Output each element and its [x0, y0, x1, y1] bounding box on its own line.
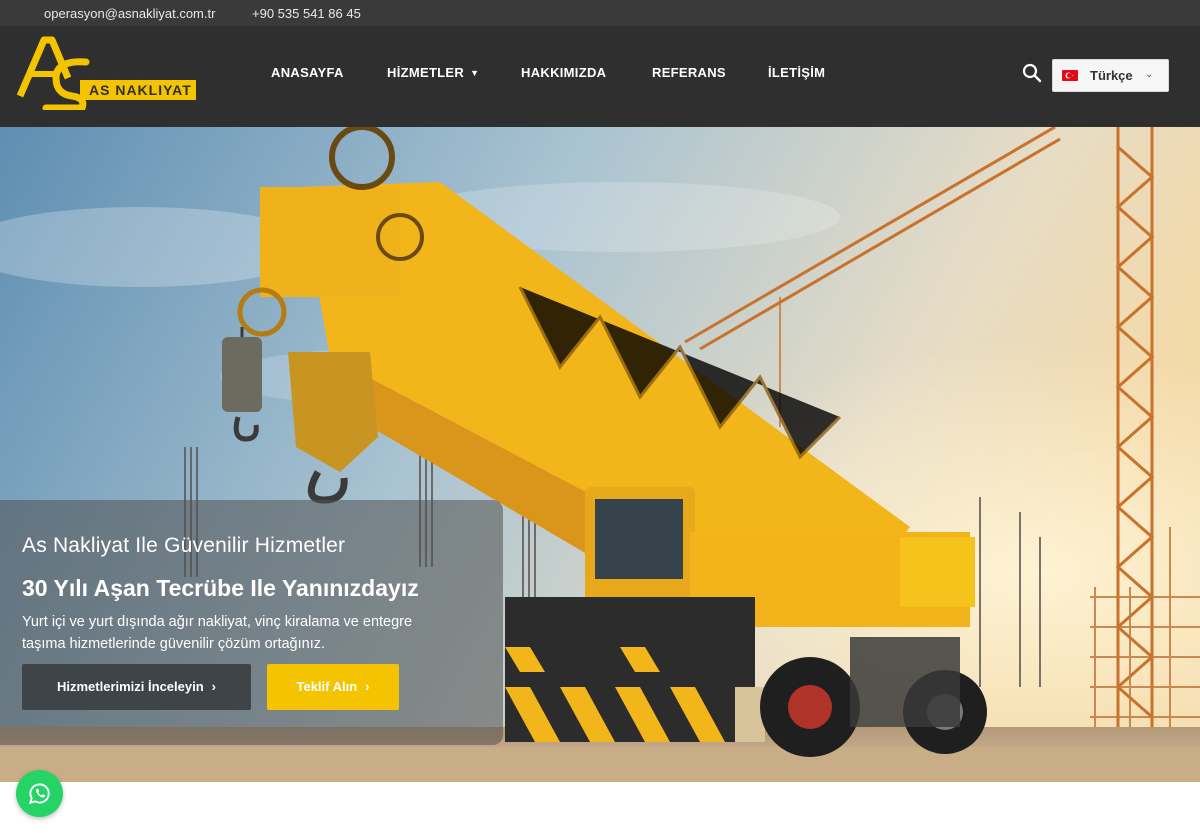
top-info-bar: operasyon@asnakliyat.com.tr +90 535 541 …: [0, 0, 1200, 26]
whatsapp-icon: [29, 783, 50, 804]
search-icon[interactable]: [1021, 62, 1043, 84]
button-label: Hizmetlerimizi İnceleyin: [56, 679, 204, 694]
hero-headline: 30 Yılı Aşan Tecrübe Ile Yanınızdayız: [22, 575, 419, 601]
hero-description: Yurt içi ve yurt dışında ağır nakliyat, …: [22, 614, 413, 652]
nav-item-hakkimizda[interactable]: HAKKIMIZDA: [521, 65, 606, 80]
logo-wordmark: AS NAKLIYAT: [89, 82, 192, 98]
whatsapp-button[interactable]: [16, 770, 63, 817]
get-quote-button[interactable]: Teklif Alın ›: [267, 664, 399, 710]
nav-item-anasayfa[interactable]: ANASAYFA: [271, 65, 344, 80]
nav-item-iletisim[interactable]: İLETİŞİM: [768, 65, 825, 80]
hero-banner: As Nakliyat Ile Güvenilir Hizmetler 30 Y…: [0, 127, 1200, 782]
nav-label: HAKKIMIZDA: [521, 65, 607, 80]
nav-label: ANASAYFA: [271, 65, 344, 80]
turkey-flag-icon: [1062, 70, 1078, 81]
hero-kicker: As Nakliyat Ile Güvenilir Hizmetler: [22, 534, 346, 557]
nav-label: HİZMETLER: [387, 65, 465, 80]
chevron-right-icon: ›: [365, 679, 370, 694]
nav-label: İLETİŞİM: [768, 65, 826, 80]
site-header: AS NAKLIYAT ANASAYFA HİZMETLER ▼ HAKKIMIZ…: [0, 26, 1200, 127]
nav-item-hizmetler[interactable]: HİZMETLER ▼: [387, 65, 479, 80]
nav-label: REFERANS: [652, 65, 726, 80]
chevron-down-icon: ⌄: [1145, 69, 1154, 80]
site-logo[interactable]: AS NAKLIYAT: [16, 34, 198, 112]
services-button[interactable]: Hizmetlerimizi İnceleyin ›: [22, 664, 251, 710]
hero-caption-panel: As Nakliyat Ile Güvenilir Hizmetler 30 Y…: [0, 500, 503, 745]
language-label: Türkçe: [1090, 68, 1133, 83]
nav-item-referans[interactable]: REFERANS: [652, 65, 726, 80]
contact-email[interactable]: operasyon@asnakliyat.com.tr: [44, 6, 215, 21]
button-label: Teklif Alın: [296, 679, 358, 694]
chevron-down-icon: ▼: [470, 68, 480, 78]
language-selector[interactable]: Türkçe ⌄: [1052, 59, 1169, 92]
contact-phone[interactable]: +90 535 541 86 45: [252, 6, 361, 21]
chevron-right-icon: ›: [211, 679, 216, 694]
